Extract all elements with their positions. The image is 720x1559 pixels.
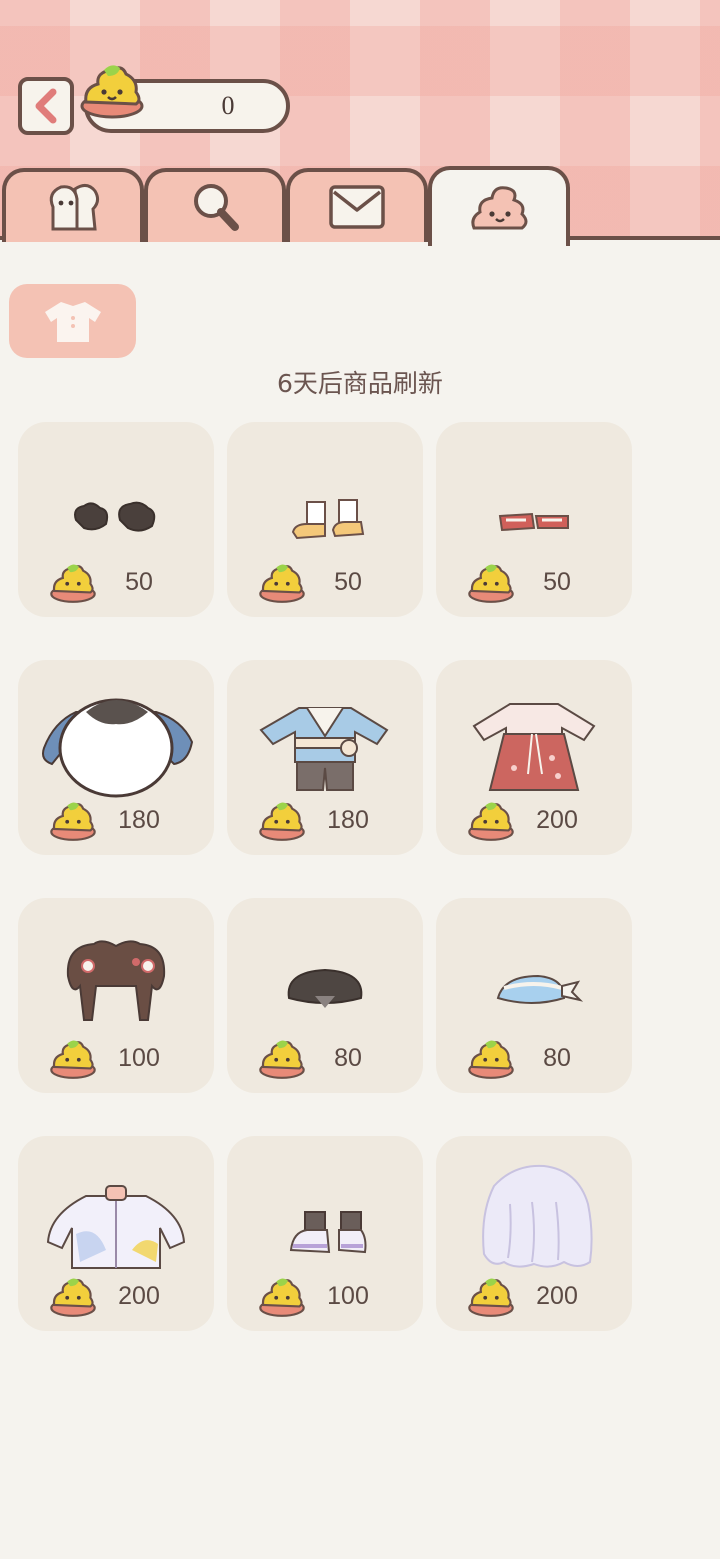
- poop-icon: [471, 186, 528, 230]
- white-sweater-icon: [42, 698, 194, 798]
- item-price: 80: [334, 1044, 362, 1072]
- braided-hair-icon: [66, 940, 166, 1021]
- item-price: 50: [543, 568, 571, 596]
- shop-item-card[interactable]: 180: [227, 660, 423, 855]
- tab-mail[interactable]: [286, 168, 428, 242]
- shop-item-card[interactable]: 100: [227, 1136, 423, 1331]
- item-price: 50: [125, 568, 153, 596]
- item-price: 100: [327, 1282, 369, 1310]
- tab-search[interactable]: [144, 168, 286, 242]
- coin-count: 0: [221, 91, 235, 120]
- poop-coin-icon: [468, 1040, 514, 1079]
- dark-shoes-icon: [74, 501, 156, 532]
- red-shoes-icon: [498, 512, 569, 532]
- poop-coin-icon: [468, 564, 514, 603]
- silver-hair-icon: [482, 1164, 593, 1268]
- shop-item-card[interactable]: 50: [436, 422, 632, 617]
- poop-coin-icon: [259, 1278, 305, 1317]
- item-price: 50: [334, 568, 362, 596]
- red-hanfu-dress-icon: [472, 703, 596, 791]
- item-price: 180: [327, 806, 369, 834]
- back-button[interactable]: [18, 77, 74, 135]
- blue-bucket-hat-icon: [496, 974, 584, 1004]
- item-price: 200: [118, 1282, 160, 1310]
- tab-bar: [0, 166, 720, 246]
- poop-coin-icon: [50, 802, 96, 841]
- pastel-jacket-icon: [46, 1185, 186, 1269]
- purple-sneakers-icon: [289, 1211, 367, 1254]
- shop-item-card[interactable]: 200: [436, 660, 632, 855]
- item-price: 200: [536, 806, 578, 834]
- poop-coin-icon: [259, 802, 305, 841]
- dark-hat-icon: [287, 968, 363, 1008]
- tab-shop[interactable]: [428, 166, 570, 246]
- shirt-icon: [44, 302, 101, 342]
- shop-item-card[interactable]: 100: [18, 898, 214, 1093]
- shop-item-card[interactable]: 80: [227, 898, 423, 1093]
- item-price: 180: [118, 806, 160, 834]
- envelope-icon: [329, 185, 385, 229]
- poop-coin-icon: [468, 1278, 514, 1317]
- item-price: 100: [118, 1044, 160, 1072]
- shop-item-card[interactable]: 80: [436, 898, 632, 1093]
- poop-coin-icon: [50, 1278, 96, 1317]
- clothing-filter-button[interactable]: [9, 284, 136, 358]
- magnifier-icon: [194, 184, 239, 231]
- refresh-countdown-text: 6天后商品刷新: [277, 369, 443, 398]
- poop-coin-icon: [80, 65, 144, 119]
- poop-coin-icon: [259, 564, 305, 603]
- item-price: 80: [543, 1044, 571, 1072]
- tab-characters[interactable]: [2, 168, 144, 242]
- item-price: 200: [536, 1282, 578, 1310]
- characters-icon: [49, 184, 100, 231]
- shop-item-card[interactable]: 200: [436, 1136, 632, 1331]
- white-socks-shoes-icon: [291, 499, 365, 540]
- chevron-left-icon: [35, 88, 57, 124]
- poop-coin-icon: [468, 802, 514, 841]
- poop-coin-icon: [50, 564, 96, 603]
- poop-coin-icon: [259, 1040, 305, 1079]
- shop-item-card[interactable]: 200: [18, 1136, 214, 1331]
- shop-item-card[interactable]: 50: [227, 422, 423, 617]
- shop-item-card[interactable]: 180: [18, 660, 214, 855]
- shop-item-grid: 50 50 50 180 180 200 100 80 80 200 100 2…: [18, 422, 632, 1331]
- poop-coin-icon: [50, 1040, 96, 1079]
- blue-hanfu-outfit-icon: [259, 707, 389, 791]
- shop-item-card[interactable]: 50: [18, 422, 214, 617]
